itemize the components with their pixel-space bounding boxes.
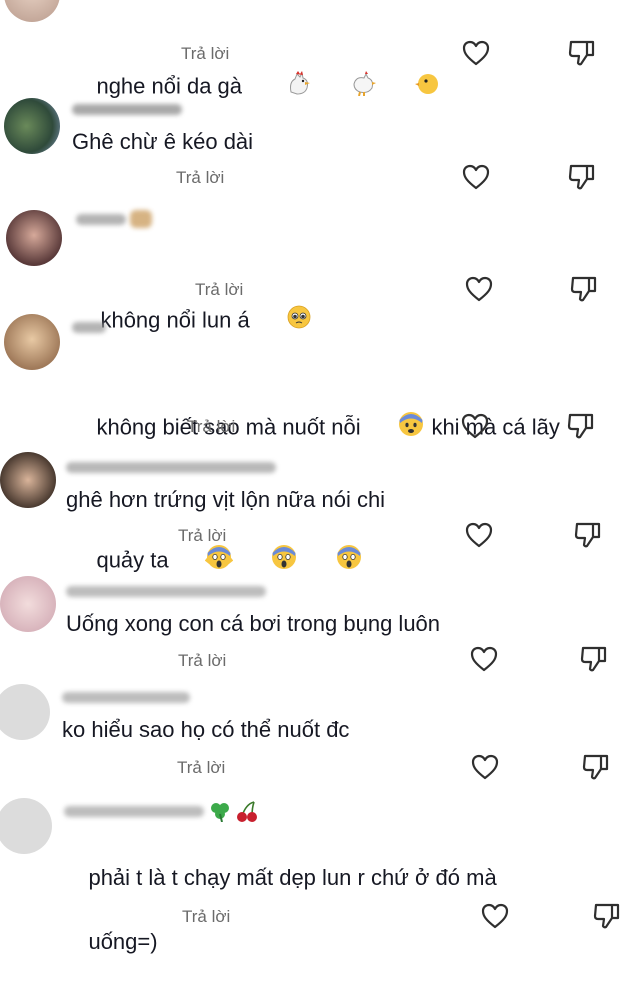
dislike-icon[interactable] <box>581 752 611 782</box>
dislike-icon[interactable] <box>592 901 620 931</box>
avatar[interactable] <box>4 98 60 154</box>
dislike-icon[interactable] <box>567 162 597 192</box>
dislike-icon[interactable] <box>579 644 609 674</box>
dislike-icon[interactable] <box>566 411 596 441</box>
avatar[interactable] <box>0 576 56 632</box>
reply-button[interactable]: Trả lời <box>182 907 230 927</box>
reply-button[interactable]: Trả lời <box>177 758 225 778</box>
username[interactable] <box>76 214 126 225</box>
heart-icon[interactable] <box>480 901 510 931</box>
fearful-face-emoji-icon <box>361 378 426 479</box>
dislike-icon[interactable] <box>573 520 603 550</box>
chick-emoji-icon <box>378 38 441 137</box>
heart-icon[interactable] <box>469 644 499 674</box>
heart-icon[interactable] <box>464 520 494 550</box>
avatar[interactable] <box>0 452 56 508</box>
shamrock-emoji-icon <box>208 800 232 827</box>
reply-button[interactable]: Trả lời <box>187 417 235 437</box>
username[interactable] <box>64 806 204 817</box>
heart-icon[interactable] <box>461 162 491 192</box>
username[interactable] <box>72 322 106 333</box>
reply-button[interactable]: Trả lời <box>195 280 243 300</box>
comment-text: Uống xong con cá bơi trong bụng luôn <box>66 611 441 636</box>
avatar[interactable] <box>6 210 62 266</box>
chicken-emoji-icon <box>313 38 378 137</box>
username[interactable] <box>66 586 266 597</box>
reply-button[interactable]: Trả lời <box>178 651 226 671</box>
avatar[interactable] <box>4 0 60 22</box>
heart-icon[interactable] <box>464 274 494 304</box>
comment-text: ghê hơn trứng vịt lộn nữa nói chi <box>66 487 386 512</box>
dislike-icon[interactable] <box>567 38 597 68</box>
username-emoji <box>130 210 152 228</box>
reply-button[interactable]: Trả lời <box>176 168 224 188</box>
rooster-emoji-icon <box>248 38 313 137</box>
username[interactable] <box>62 692 190 703</box>
avatar[interactable] <box>4 314 60 370</box>
username[interactable] <box>66 462 276 473</box>
dislike-icon[interactable] <box>569 274 599 304</box>
avatar[interactable] <box>0 684 50 740</box>
comment-text: ko hiểu sao họ có thể nuốt đc <box>62 717 350 742</box>
username[interactable] <box>72 104 182 115</box>
reply-button[interactable]: Trả lời <box>181 44 229 64</box>
avatar[interactable] <box>0 798 52 854</box>
heart-icon[interactable] <box>460 411 490 441</box>
cherries-emoji-icon <box>234 800 260 829</box>
heart-icon[interactable] <box>461 38 491 68</box>
comment-text: Ghê chừ ê kéo dài <box>72 129 254 154</box>
screaming-face-emoji-icon <box>298 511 363 612</box>
comment-text: phải t là t chạy mất dẹp lun r chứ ở đó … <box>88 865 497 954</box>
reply-button[interactable]: Trả lời <box>178 526 226 546</box>
heart-icon[interactable] <box>470 752 500 782</box>
